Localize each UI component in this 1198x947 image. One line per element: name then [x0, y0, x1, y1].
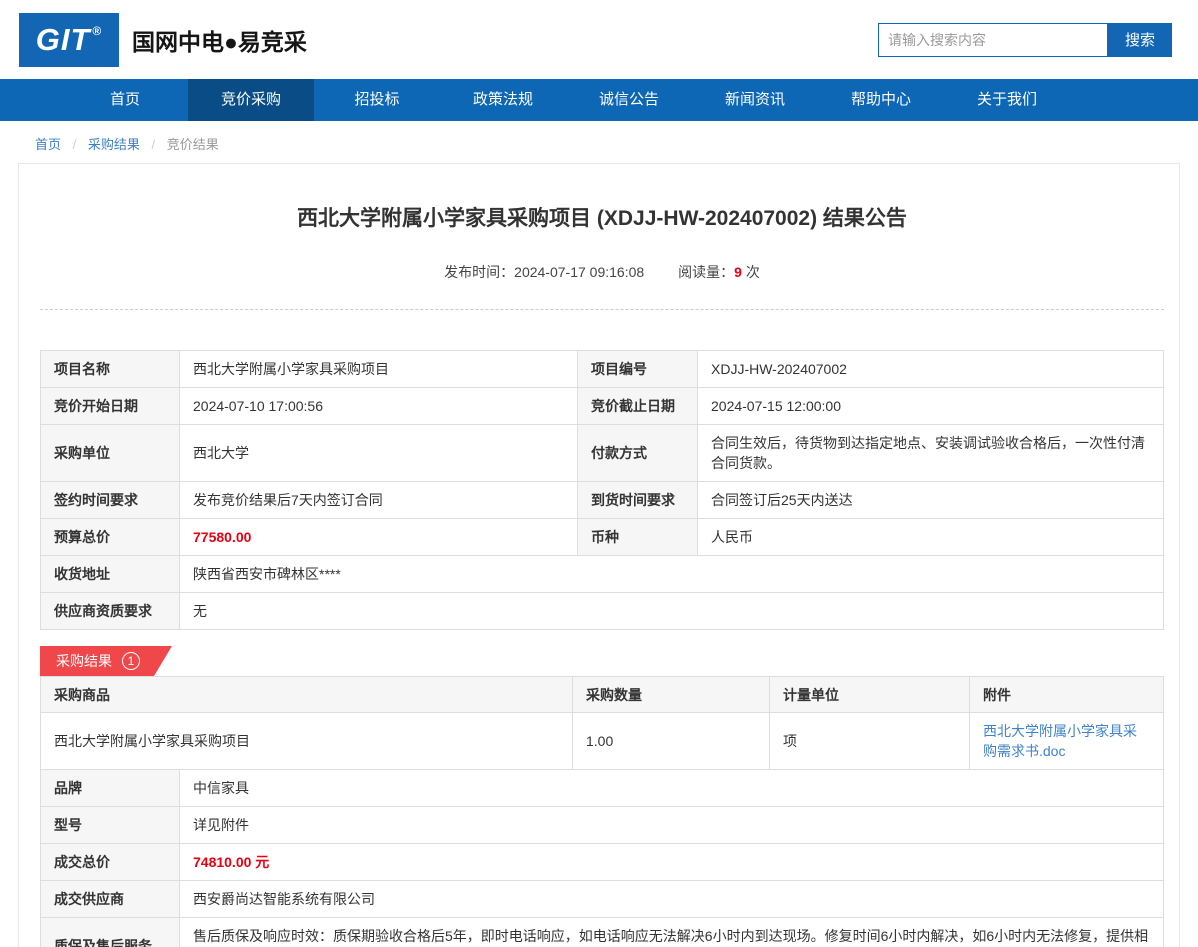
- purchaser-label: 采购单位: [41, 425, 180, 482]
- unit-column-header: 计量单位: [770, 677, 970, 713]
- registered-mark-icon: ®: [92, 24, 102, 38]
- result-tag-label: 采购结果: [56, 651, 112, 671]
- unit-cell: 项: [770, 713, 970, 770]
- bid-end-value: 2024-07-15 12:00:00: [698, 388, 1164, 425]
- model-value: 详见附件: [180, 807, 1164, 844]
- quantity-column-header: 采购数量: [573, 677, 770, 713]
- winning-supplier-value: 西安爵尚达智能系统有限公司: [180, 881, 1164, 918]
- budget-value: 77580.00: [193, 529, 251, 545]
- result-section-tag: 采购结果 1: [40, 646, 172, 676]
- nav-item-policy[interactable]: 政策法规: [440, 79, 566, 121]
- bid-end-label: 竞价截止日期: [578, 388, 698, 425]
- nav-item-tender[interactable]: 招投标: [314, 79, 440, 121]
- project-info-table: 项目名称 西北大学附属小学家具采购项目 项目编号 XDJJ-HW-2024070…: [40, 350, 1164, 630]
- budget-label: 预算总价: [41, 519, 180, 556]
- quantity-cell: 1.00: [573, 713, 770, 770]
- delivery-address-value: 陕西省西安市碑林区****: [180, 556, 1164, 593]
- nav-item-integrity-notice[interactable]: 诚信公告: [566, 79, 692, 121]
- sign-time-value: 发布竞价结果后7天内签订合同: [180, 482, 578, 519]
- breadcrumb-home[interactable]: 首页: [35, 137, 61, 152]
- announcement-card: 西北大学附属小学家具采购项目 (XDJJ-HW-202407002) 结果公告 …: [18, 163, 1180, 947]
- deal-price-label: 成交总价: [41, 844, 180, 881]
- result-count-badge: 1: [122, 652, 140, 670]
- project-code-value: XDJJ-HW-202407002: [698, 351, 1164, 388]
- deal-detail-table: 品牌 中信家具 型号 详见附件 成交总价 74810.00 元 成交供应商 西安…: [40, 769, 1164, 947]
- table-row: 预算总价 77580.00 币种 人民币: [41, 519, 1164, 556]
- currency-value: 人民币: [698, 519, 1164, 556]
- search-bar: 搜索: [878, 23, 1172, 57]
- product-column-header: 采购商品: [41, 677, 573, 713]
- breadcrumb-purchase-results[interactable]: 采购结果: [88, 137, 140, 152]
- table-row: 成交总价 74810.00 元: [41, 844, 1164, 881]
- brand-value: 中信家具: [180, 770, 1164, 807]
- views-count: 9: [734, 264, 742, 280]
- table-row: 品牌 中信家具: [41, 770, 1164, 807]
- delivery-address-label: 收货地址: [41, 556, 180, 593]
- nav-item-help-center[interactable]: 帮助中心: [818, 79, 944, 121]
- search-button[interactable]: 搜索: [1108, 23, 1172, 57]
- model-label: 型号: [41, 807, 180, 844]
- table-row: 质保及售后服务 售后质保及响应时效：质保期验收合格后5年，即时电话响应，如电话响…: [41, 918, 1164, 947]
- attachment-column-header: 附件: [970, 677, 1164, 713]
- payment-value: 合同生效后，待货物到达指定地点、安装调试验收合格后，一次性付清合同货款。: [698, 425, 1164, 482]
- publish-time-value: 2024-07-17 09:16:08: [514, 264, 644, 280]
- sign-time-label: 签约时间要求: [41, 482, 180, 519]
- project-name-value: 西北大学附属小学家具采购项目: [180, 351, 578, 388]
- delivery-time-value: 合同签订后25天内送达: [698, 482, 1164, 519]
- winning-supplier-label: 成交供应商: [41, 881, 180, 918]
- payment-label: 付款方式: [578, 425, 698, 482]
- nav-item-news[interactable]: 新闻资讯: [692, 79, 818, 121]
- warranty-value: 售后质保及响应时效：质保期验收合格后5年，即时电话响应，如电话响应无法解决6小时…: [180, 918, 1164, 947]
- supplier-qualification-value: 无: [180, 593, 1164, 630]
- nav-item-about-us[interactable]: 关于我们: [944, 79, 1070, 121]
- breadcrumb-separator: /: [73, 137, 77, 152]
- publish-time-label: 发布时间：: [444, 264, 514, 280]
- views-label: 阅读量：: [678, 264, 734, 280]
- purchase-result-table: 采购商品 采购数量 计量单位 附件 西北大学附属小学家具采购项目 1.00 项 …: [40, 676, 1164, 770]
- deal-price-unit: 元: [255, 854, 269, 870]
- site-header: GIT® 国网中电●易竞采 搜索: [0, 0, 1198, 79]
- table-row: 西北大学附属小学家具采购项目 1.00 项 西北大学附属小学家具采购需求书.do…: [41, 713, 1164, 770]
- git-logo[interactable]: GIT®: [19, 13, 119, 67]
- attachment-link[interactable]: 西北大学附属小学家具采购需求书.doc: [983, 723, 1137, 759]
- currency-label: 币种: [578, 519, 698, 556]
- table-row: 签约时间要求 发布竞价结果后7天内签订合同 到货时间要求 合同签订后25天内送达: [41, 482, 1164, 519]
- table-row: 竞价开始日期 2024-07-10 17:00:56 竞价截止日期 2024-0…: [41, 388, 1164, 425]
- warranty-label: 质保及售后服务: [41, 918, 180, 947]
- nav-item-home[interactable]: 首页: [62, 79, 188, 121]
- project-code-label: 项目编号: [578, 351, 698, 388]
- supplier-qualification-label: 供应商资质要求: [41, 593, 180, 630]
- brand-label: 品牌: [41, 770, 180, 807]
- views-unit: 次: [746, 264, 760, 280]
- breadcrumb: 首页 / 采购结果 / 竞价结果: [0, 121, 1198, 153]
- site-name: 国网中电●易竞采: [132, 23, 307, 57]
- purchaser-value: 西北大学: [180, 425, 578, 482]
- table-header-row: 采购商品 采购数量 计量单位 附件: [41, 677, 1164, 713]
- bid-start-value: 2024-07-10 17:00:56: [180, 388, 578, 425]
- table-row: 型号 详见附件: [41, 807, 1164, 844]
- table-row: 成交供应商 西安爵尚达智能系统有限公司: [41, 881, 1164, 918]
- breadcrumb-separator: /: [152, 137, 156, 152]
- table-row: 采购单位 西北大学 付款方式 合同生效后，待货物到达指定地点、安装调试验收合格后…: [41, 425, 1164, 482]
- table-row: 收货地址 陕西省西安市碑林区****: [41, 556, 1164, 593]
- table-row: 供应商资质要求 无: [41, 593, 1164, 630]
- project-name-label: 项目名称: [41, 351, 180, 388]
- main-nav: 首页 竞价采购 招投标 政策法规 诚信公告 新闻资讯 帮助中心 关于我们: [0, 79, 1198, 121]
- nav-item-bidding-purchase[interactable]: 竞价采购: [188, 79, 314, 121]
- delivery-time-label: 到货时间要求: [578, 482, 698, 519]
- bid-start-label: 竞价开始日期: [41, 388, 180, 425]
- announcement-meta: 发布时间：2024-07-17 09:16:08 阅读量：9 次: [40, 262, 1164, 282]
- divider: [40, 309, 1164, 310]
- breadcrumb-current: 竞价结果: [167, 137, 219, 152]
- page-title: 西北大学附属小学家具采购项目 (XDJJ-HW-202407002) 结果公告: [40, 202, 1164, 232]
- table-row: 项目名称 西北大学附属小学家具采购项目 项目编号 XDJJ-HW-2024070…: [41, 351, 1164, 388]
- product-name-cell: 西北大学附属小学家具采购项目: [41, 713, 573, 770]
- deal-price-value: 74810.00: [193, 854, 251, 870]
- logo-text: GIT: [36, 22, 91, 58]
- search-input[interactable]: [878, 23, 1108, 57]
